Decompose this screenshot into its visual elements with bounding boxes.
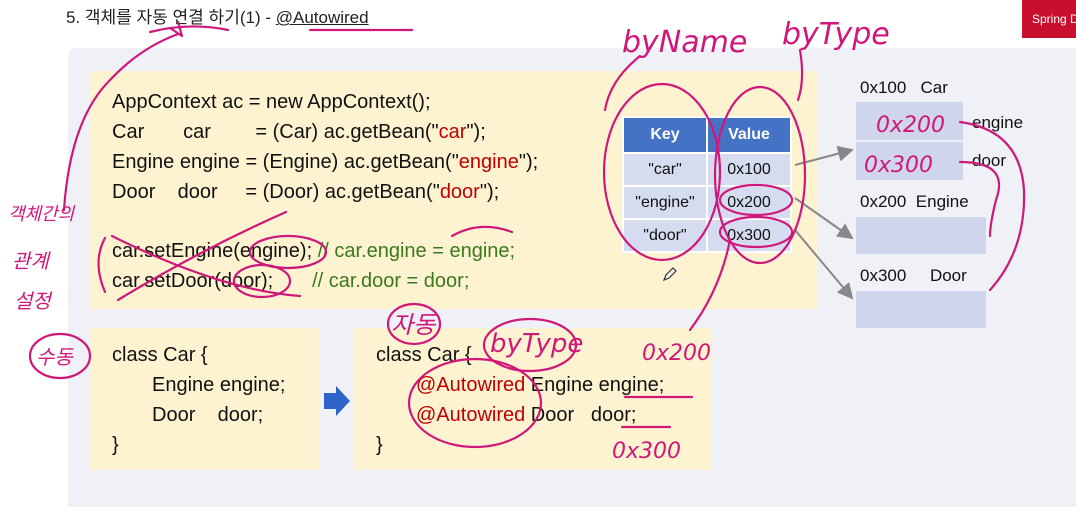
engine-arg-circle [248,234,328,270]
manual-note: 수동 [36,345,74,369]
comment-arrow-stroke [450,225,514,238]
door-link-stroke [958,160,1001,238]
by-type-note-top: byType [782,17,890,52]
by-name-note: byName [622,25,747,60]
door-arg-circle [232,263,292,299]
engine-link-stroke [958,120,1026,292]
value-0x300-circle [718,215,794,249]
strike-stroke-2 [116,210,288,302]
by-type-pointer [796,48,804,102]
handwriting-layer: byName byType byType 자동 수동 객체간의 관계 설정 0x… [8,17,1026,464]
value-0x200-circle [718,183,794,217]
pen-cursor-icon [662,267,677,282]
door-field-value-note: 0x300 [612,439,681,464]
car-engine-value-note: 0x200 [876,113,945,138]
by-name-circle [602,82,722,262]
engine-field-value-note: 0x200 [642,341,711,366]
bracket-stroke [97,236,107,294]
autowired-circle [407,357,543,449]
by-type-note-mid: byType [490,329,583,359]
by-name-pointer [603,54,642,112]
value-link-stroke [688,238,732,332]
side-note-connector [62,32,180,212]
side-note-1: 객체간의 [8,204,76,225]
car-door-value-note: 0x300 [864,153,933,178]
side-note-3: 설정 [14,289,53,313]
title-underline-stroke [148,25,230,34]
auto-note: 자동 [391,311,437,339]
side-note-2: 관계 [12,249,51,273]
